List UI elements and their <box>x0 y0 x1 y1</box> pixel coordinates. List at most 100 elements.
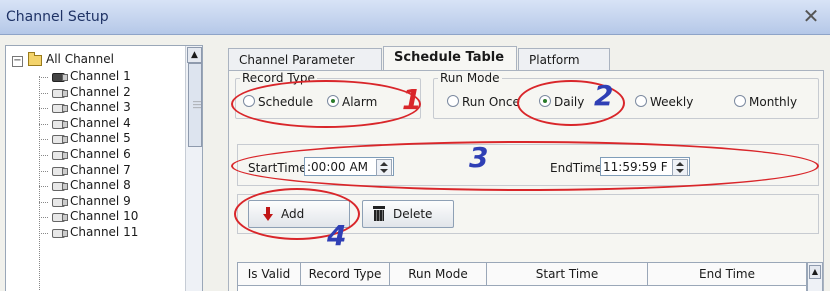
tree-item-channel[interactable]: Channel 6 <box>6 147 184 162</box>
column-header[interactable]: End Time <box>648 263 806 286</box>
add-button[interactable]: Add <box>248 200 350 228</box>
start-time-field[interactable]: :00:00 AM <box>304 157 394 176</box>
tree-item-label: Channel 5 <box>70 131 131 146</box>
table-scrollbar[interactable]: ▲ <box>807 262 823 291</box>
delete-button-label: Delete <box>393 207 433 221</box>
radio-schedule[interactable]: Schedule <box>243 95 313 109</box>
title-bar: Channel Setup ✕ <box>0 0 830 35</box>
spin-up-icon[interactable] <box>676 162 684 166</box>
camera-icon <box>50 196 68 207</box>
record-type-legend: Record Type <box>242 71 315 85</box>
tree-item-label: Channel 8 <box>70 178 131 193</box>
camera-icon <box>50 211 68 223</box>
end-time-value: 11:59:59 F <box>603 160 668 174</box>
camera-icon <box>50 180 68 192</box>
tree-root-label: All Channel <box>46 52 114 66</box>
tree-connector <box>39 170 48 172</box>
tree-connector <box>39 123 48 125</box>
radio-dot <box>327 95 339 107</box>
radio-dot <box>243 95 255 107</box>
tree-item-channel[interactable]: Channel 2 <box>6 85 184 100</box>
radio-alarm-label: Alarm <box>342 95 378 109</box>
tree-item-label: Channel 11 <box>70 225 139 239</box>
camera-icon <box>50 87 68 98</box>
column-header[interactable]: Start Time <box>487 263 648 286</box>
tree-item-label: Channel 2 <box>70 84 131 99</box>
tree-connector <box>39 217 48 219</box>
tree-connector <box>39 77 48 78</box>
tree-connector <box>39 186 48 188</box>
radio-daily-label: Daily <box>554 95 585 109</box>
schedule-table: Is Valid Record Type Run Mode Start Time… <box>237 262 807 291</box>
tree-item-channel[interactable]: Channel 7 <box>6 163 184 178</box>
down-arrow-icon <box>263 207 273 221</box>
tree-item-channel[interactable]: Channel 5 <box>6 131 184 146</box>
trash-icon <box>373 206 385 221</box>
tree-item-label: Channel 10 <box>70 209 139 224</box>
tree-connector <box>39 155 48 156</box>
tree-connector <box>39 92 48 94</box>
radio-schedule-label: Schedule <box>258 95 314 109</box>
tree-scrollbar[interactable]: ▲ ― ― ― <box>185 46 202 291</box>
radio-run-once-label: Run Once <box>462 95 520 109</box>
add-button-label: Add <box>281 207 305 221</box>
radio-dot <box>635 95 647 107</box>
tree-item-channel[interactable]: Channel 8 <box>6 178 184 193</box>
radio-monthly-label: Monthly <box>749 95 798 109</box>
end-time-field[interactable]: 11:59:59 F <box>600 157 690 176</box>
window-title: Channel Setup <box>6 9 109 25</box>
run-mode-legend: Run Mode <box>440 71 500 85</box>
radio-weekly-label: Weekly <box>650 95 694 109</box>
tree-item-channel[interactable]: Channel 1 <box>6 69 184 84</box>
tab-schedule-table[interactable]: Schedule Table <box>383 46 517 71</box>
camera-icon <box>50 102 68 114</box>
radio-run-once[interactable]: Run Once <box>447 95 520 109</box>
scroll-thumb[interactable]: ― ― ― <box>188 63 202 147</box>
tree-item-label: Channel 9 <box>70 193 131 208</box>
channel-tree: − All Channel Channel 1 Channel 2 Channel … <box>5 45 203 291</box>
tree-connector <box>39 201 48 203</box>
tree-item-channel[interactable]: Channel 11 <box>6 225 184 240</box>
tree-item-channel[interactable]: Channel 10 <box>6 209 184 224</box>
collapse-icon[interactable]: − <box>12 56 23 67</box>
column-header[interactable]: Is Valid <box>238 263 301 286</box>
camera-icon <box>50 149 68 160</box>
column-header[interactable]: Run Mode <box>390 263 487 286</box>
start-time-label: StartTime <box>248 161 307 175</box>
action-buttons-group: Add Delete <box>237 194 819 234</box>
column-header[interactable]: Record Type <box>301 263 390 286</box>
tree-item-label: Channel 3 <box>70 100 131 115</box>
spin-up-icon[interactable] <box>380 162 388 166</box>
grip-icon: ― ― ― <box>193 97 201 112</box>
time-range-group: StartTime :00:00 AM EndTime 11:59:59 F <box>237 144 819 186</box>
end-time-spinner[interactable] <box>672 159 688 176</box>
tree-item-channel[interactable]: Channel 3 <box>6 100 184 115</box>
delete-button[interactable]: Delete <box>362 200 454 228</box>
radio-alarm[interactable]: Alarm <box>327 95 377 109</box>
tab-platform[interactable]: Platform <box>518 48 610 71</box>
tree-root[interactable]: − All Channel <box>6 52 186 67</box>
tab-channel-parameter[interactable]: Channel Parameter <box>228 48 382 71</box>
tree-connector <box>39 233 48 234</box>
scroll-up-icon[interactable]: ▲ <box>187 47 202 63</box>
start-time-spinner[interactable] <box>376 159 392 176</box>
radio-weekly[interactable]: Weekly <box>635 95 693 109</box>
close-icon[interactable]: ✕ <box>800 5 822 27</box>
tree-item-label: Channel 7 <box>70 162 131 177</box>
radio-dot <box>734 95 746 107</box>
scroll-up-icon[interactable]: ▲ <box>809 265 821 279</box>
tree-connector <box>39 108 48 110</box>
start-time-value: :00:00 AM <box>307 160 369 174</box>
tree-item-channel[interactable]: Channel 4 <box>6 116 184 131</box>
radio-daily[interactable]: Daily <box>539 95 584 109</box>
spin-down-icon[interactable] <box>380 169 388 173</box>
camera-icon <box>50 118 68 129</box>
tree-item-label: Channel 1 <box>70 69 131 83</box>
spin-down-icon[interactable] <box>676 169 684 173</box>
camera-icon <box>50 133 68 145</box>
channel-setup-window: Channel Setup ✕ − All Channel Channel 1C… <box>0 0 830 291</box>
radio-dot <box>539 95 551 107</box>
tree-item-channel[interactable]: Channel 9 <box>6 194 184 209</box>
folder-icon <box>28 52 42 66</box>
radio-monthly[interactable]: Monthly <box>734 95 797 109</box>
